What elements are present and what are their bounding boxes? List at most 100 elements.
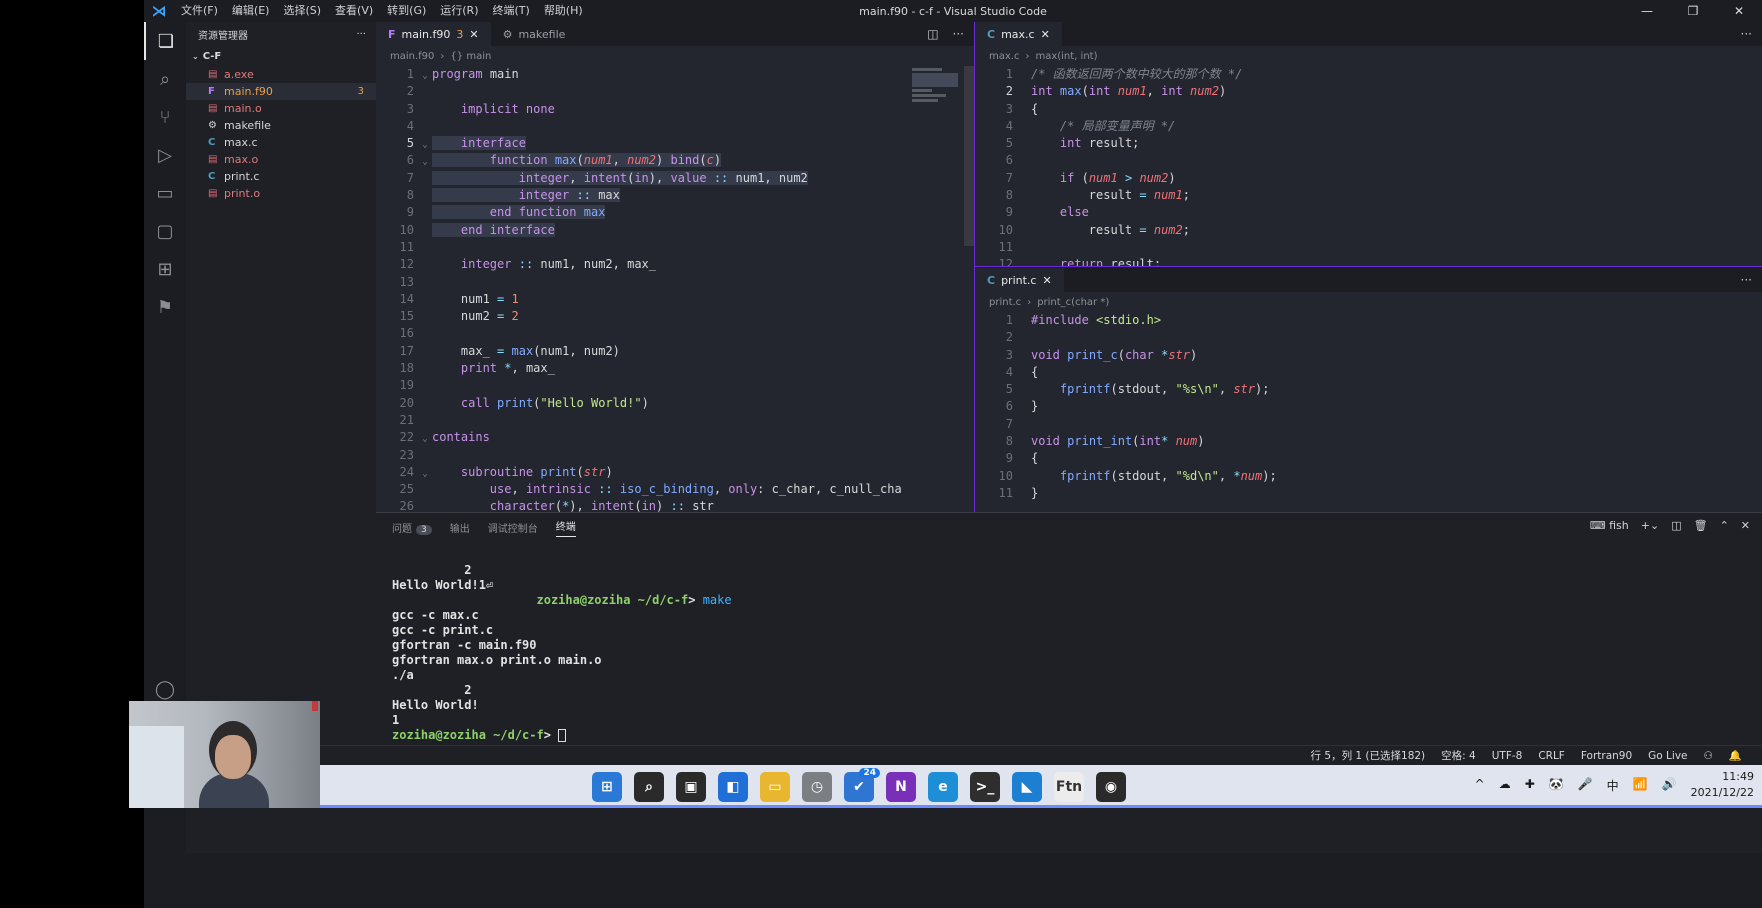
- folder-icon[interactable]: ▭: [144, 174, 186, 212]
- account-icon[interactable]: ⚇: [1704, 750, 1713, 762]
- search-icon[interactable]: ⌕: [634, 772, 664, 802]
- breadcrumb-symbol[interactable]: {} main: [450, 51, 491, 62]
- file-item[interactable]: Cmax.c: [186, 134, 376, 151]
- terminal-output[interactable]: 2 Hello World!1⏎ zoziha@zoziha ~/d/c-f> m…: [392, 563, 732, 743]
- vertical-scrollbar[interactable]: [964, 66, 974, 246]
- tab-problems[interactable]: 问题 3: [392, 520, 432, 535]
- code-line[interactable]: 1 #include <stdio.h>: [975, 312, 1762, 329]
- split-editor-icon[interactable]: ◫: [927, 27, 938, 41]
- search-icon[interactable]: ⌕: [144, 60, 186, 98]
- security-icon[interactable]: ✚: [1525, 777, 1535, 794]
- code-line[interactable]: 15 num2 = 2: [376, 308, 974, 325]
- code-line[interactable]: 4: [376, 118, 974, 135]
- volume-icon[interactable]: 🔊: [1662, 777, 1677, 794]
- code-line[interactable]: 7: [975, 416, 1762, 433]
- more-actions-icon[interactable]: ···: [356, 29, 366, 40]
- editor-split-divider[interactable]: [975, 266, 1762, 267]
- code-line[interactable]: 6 }: [975, 398, 1762, 415]
- code-line[interactable]: 5 int result;: [975, 135, 1762, 152]
- code-line[interactable]: 2 int max(int num1, int num2): [975, 83, 1762, 100]
- split-terminal-icon[interactable]: ◫: [1671, 519, 1681, 532]
- file-item[interactable]: Cprint.c: [186, 168, 376, 185]
- task-view-icon[interactable]: ▣: [676, 772, 706, 802]
- bookmark-icon[interactable]: ⚑: [144, 288, 186, 326]
- maximize-panel-icon[interactable]: ⌃: [1720, 519, 1729, 532]
- code-line[interactable]: 23: [376, 447, 974, 464]
- code-line[interactable]: 18 print *, max_: [376, 360, 974, 377]
- code-line[interactable]: 10 result = num2;: [975, 222, 1762, 239]
- tab-output[interactable]: 输出: [450, 520, 470, 535]
- show-hidden-icons[interactable]: ^: [1475, 777, 1485, 794]
- code-line[interactable]: 7 if (num1 > num2): [975, 170, 1762, 187]
- code-line[interactable]: 20 call print("Hello World!"): [376, 395, 974, 412]
- tab-debug-console[interactable]: 调试控制台: [488, 520, 538, 535]
- more-actions-icon[interactable]: ···: [953, 27, 964, 41]
- wifi-icon[interactable]: 📶: [1633, 777, 1648, 794]
- status-item[interactable]: 行 5，列 1 (已选择182): [1311, 748, 1426, 763]
- code-line[interactable]: 8 result = num1;: [975, 187, 1762, 204]
- file-item[interactable]: ▤ max.o: [186, 151, 376, 168]
- panda-app-icon[interactable]: 🐼: [1549, 777, 1564, 794]
- file-item[interactable]: ▤ print.o: [186, 185, 376, 202]
- code-line[interactable]: 25 use, intrinsic :: iso_c_binding, only…: [376, 481, 974, 498]
- code-line[interactable]: 5 fprintf(stdout, "%s\n", str);: [975, 381, 1762, 398]
- menu-item[interactable]: 查看(V): [328, 0, 380, 22]
- code-line[interactable]: 21: [376, 412, 974, 429]
- menu-item[interactable]: 转到(G): [380, 0, 433, 22]
- file-item[interactable]: Fmain.f90 3: [186, 83, 376, 100]
- onenote-icon[interactable]: N: [886, 772, 916, 802]
- terminal-icon[interactable]: >_: [970, 772, 1000, 802]
- close-icon[interactable]: ✕: [1716, 0, 1762, 22]
- code-area[interactable]: 1 /* 函数返回两个数中较大的那个数 */2 int max(int num1…: [975, 66, 1762, 267]
- breadcrumb-file[interactable]: print.c: [989, 297, 1021, 308]
- menu-item[interactable]: 终端(T): [486, 0, 537, 22]
- code-line[interactable]: 4 {: [975, 364, 1762, 381]
- code-area[interactable]: 1 ⌄ program main 2 3 implicit none 4 5 ⌄ inte…: [376, 66, 974, 516]
- menu-item[interactable]: 文件(F): [174, 0, 225, 22]
- code-line[interactable]: 9 {: [975, 450, 1762, 467]
- code-line[interactable]: 19: [376, 377, 974, 394]
- close-icon[interactable]: ✕: [469, 28, 478, 41]
- trash-icon[interactable]: 🗑: [1694, 519, 1708, 532]
- code-line[interactable]: 3 {: [975, 101, 1762, 118]
- minimap[interactable]: [912, 66, 962, 126]
- code-line[interactable]: 22 ⌄ contains: [376, 429, 974, 446]
- code-line[interactable]: 11 }: [975, 485, 1762, 502]
- onedrive-icon[interactable]: ☁: [1499, 777, 1511, 794]
- remote-explorer-icon[interactable]: ▢: [144, 212, 186, 250]
- code-area[interactable]: 1 #include <stdio.h> 2 3 void print_c(cha…: [975, 312, 1762, 502]
- tab-terminal[interactable]: 终端: [555, 518, 576, 537]
- code-line[interactable]: 9 end function max: [376, 204, 974, 221]
- code-line[interactable]: 5 ⌄ interface: [376, 135, 974, 152]
- edge-icon[interactable]: e: [928, 772, 958, 802]
- source-control-icon[interactable]: ⑂: [144, 98, 186, 136]
- code-line[interactable]: 12 integer :: num1, num2, max_: [376, 256, 974, 273]
- close-icon[interactable]: ✕: [1042, 274, 1051, 287]
- extensions-icon[interactable]: ⊞: [144, 250, 186, 288]
- code-line[interactable]: 1 /* 函数返回两个数中较大的那个数 */: [975, 66, 1762, 83]
- code-line[interactable]: 10 end interface: [376, 222, 974, 239]
- close-icon[interactable]: ✕: [1041, 28, 1050, 41]
- terminal-shell-selector[interactable]: ⌨ fish: [1590, 519, 1629, 532]
- input-method-icon[interactable]: 中: [1607, 777, 1619, 794]
- code-line[interactable]: 3 void print_c(char *str): [975, 347, 1762, 364]
- menu-item[interactable]: 选择(S): [276, 0, 328, 22]
- code-line[interactable]: 1 ⌄ program main: [376, 66, 974, 83]
- file-item[interactable]: ▤ main.o: [186, 100, 376, 117]
- code-line[interactable]: 7 integer, intent(in), value :: num1, nu…: [376, 170, 974, 187]
- status-item[interactable]: Fortran90: [1581, 750, 1632, 762]
- status-item[interactable]: Go Live: [1648, 750, 1687, 762]
- steam-icon[interactable]: ◉: [1096, 772, 1126, 802]
- tab-print-c[interactable]: C print.c ✕: [975, 268, 1064, 292]
- code-line[interactable]: 10 fprintf(stdout, "%d\n", *num);: [975, 468, 1762, 485]
- code-line[interactable]: 2: [376, 83, 974, 100]
- breadcrumb-file[interactable]: main.f90: [390, 51, 434, 62]
- tab-main-f90[interactable]: F main.f90 3 ✕: [376, 22, 491, 46]
- notifications-icon[interactable]: 🔔: [1729, 749, 1742, 762]
- code-line[interactable]: 13: [376, 274, 974, 291]
- code-line[interactable]: 2: [975, 329, 1762, 346]
- menu-item[interactable]: 编辑(E): [225, 0, 277, 22]
- breadcrumb-symbol[interactable]: print_c(char *): [1037, 297, 1109, 308]
- editor-split-divider[interactable]: [974, 22, 975, 512]
- todo-icon[interactable]: ✔ 24: [844, 768, 880, 802]
